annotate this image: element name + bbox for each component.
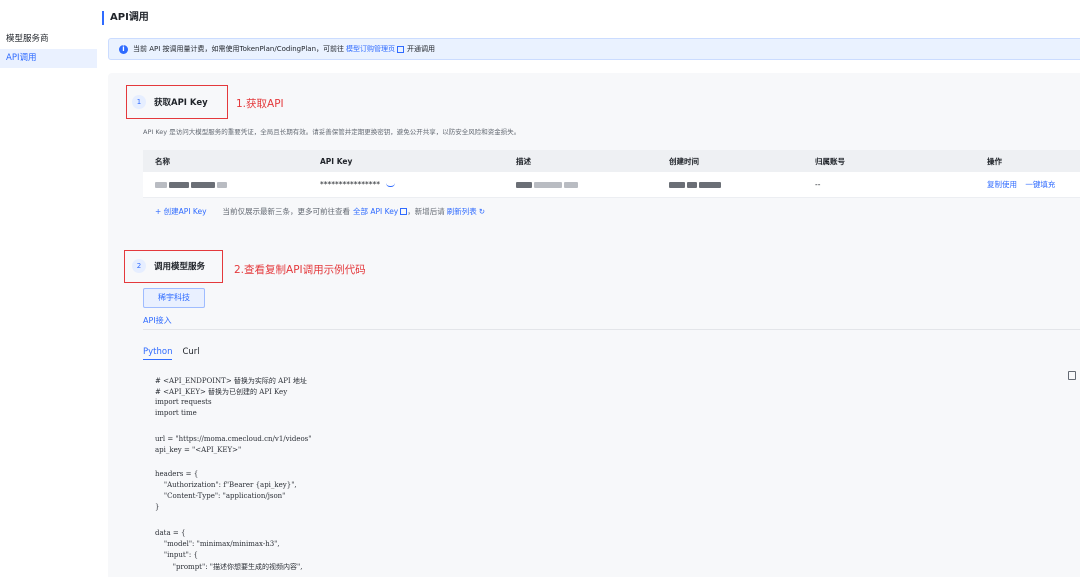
copy-use-link[interactable]: 复制使用 [987, 180, 1017, 189]
refresh-list-link[interactable]: 刷新列表 [447, 206, 477, 217]
sidebar-item-api-call[interactable]: API调用 [0, 49, 97, 68]
code-line: "input": { [155, 551, 198, 559]
code-line: # <API_ENDPOINT> 替换为实际的 API 地址 [155, 377, 307, 385]
external-link-icon [397, 45, 405, 53]
tab-api-access[interactable]: API接入 [143, 315, 172, 330]
step2-annotation: 2.查看复制API调用示例代码 [234, 264, 366, 276]
step2-number: 2 [132, 259, 146, 273]
cell-actions: 复制使用 一键填充 [975, 179, 1080, 190]
step1-number: 1 [132, 95, 146, 109]
sidebar: 模型服务商 API调用 [0, 30, 97, 68]
code-block: # <API_ENDPOINT> 替换为实际的 API 地址 # <API_KE… [143, 366, 1080, 577]
tab-python[interactable]: Python [143, 347, 173, 360]
info-icon: i [119, 44, 128, 54]
info-banner: i 当前 API 按调用量计费，如需使用TokenPlan/CodingPlan… [108, 38, 1080, 60]
step1-title: 获取API Key [154, 98, 208, 108]
masked-api-key: **************** [320, 180, 380, 189]
col-account: 归属账号 [815, 156, 845, 166]
code-line: "prompt": "描述你想要生成的视频内容", [155, 563, 303, 571]
create-hint: 当前仅展示最新三条，更多可前往查看 [222, 207, 351, 216]
table-row: **************** -- 复制使用 一键填充 [143, 172, 1080, 198]
code-line: url = "https://moma.cmecloud.cn/v1/video… [155, 435, 312, 443]
col-actions: 操作 [987, 156, 1002, 166]
page-title: API调用 [102, 11, 149, 25]
refresh-icon[interactable]: ↻ [479, 207, 485, 216]
code-line: import time [155, 409, 197, 417]
code-line: # <API_KEY> 替换为已创建的 API Key [155, 388, 288, 396]
tab-curl[interactable]: Curl [182, 347, 199, 360]
col-description: 描述 [516, 156, 531, 166]
create-row: + 创建API Key 当前仅展示最新三条，更多可前往查看 全部 API Key… [155, 206, 501, 217]
vendor-button[interactable]: 稀宇科技 [143, 288, 205, 308]
col-created: 创建时间 [669, 156, 699, 166]
sidebar-item-model-providers[interactable]: 模型服务商 [0, 30, 97, 49]
cell-account: -- [815, 180, 821, 189]
all-api-keys-link[interactable]: 全部 API Key [353, 206, 398, 217]
external-link-icon [400, 208, 408, 215]
copy-icon[interactable] [1068, 371, 1076, 380]
code-line: import requests [155, 398, 212, 406]
tabs-divider [143, 329, 1080, 330]
code-line: headers = { [155, 470, 199, 478]
api-key-table: 名称 API Key 描述 创建时间 归属账号 操作 *************… [143, 150, 1080, 198]
code-line: } [155, 503, 160, 511]
col-api-key: API Key [320, 156, 353, 166]
one-click-fill-link[interactable]: 一键填充 [1025, 180, 1055, 189]
create-hint-mid: ，新增后请 [407, 207, 445, 216]
code-line: "Content-Type": "application/json" [155, 492, 286, 500]
language-tabs: Python Curl [143, 347, 210, 360]
subscription-link[interactable]: 模型订购管理页 [346, 44, 395, 54]
eye-icon[interactable] [386, 183, 396, 187]
step1-annotation: 1.获取API [236, 98, 284, 110]
banner-text: 当前 API 按调用量计费，如需使用TokenPlan/CodingPlan，可… [133, 45, 345, 53]
cell-api-key: **************** [308, 180, 504, 189]
step2-header: 2 调用模型服务 [132, 259, 205, 273]
code-line: data = { [155, 529, 186, 537]
cell-description-redacted [504, 180, 657, 189]
code-line: api_key = "<API_KEY>" [155, 446, 242, 454]
step1-header: 1 获取API Key [132, 95, 208, 109]
cell-name-redacted [143, 180, 308, 189]
col-name: 名称 [155, 156, 170, 166]
code-line: "Authorization": f"Bearer {api_key}", [155, 481, 297, 489]
cell-created-redacted [657, 180, 803, 189]
create-api-key-button[interactable]: + 创建API Key [155, 206, 207, 217]
code-line: "model": "minimax/minimax-h3", [155, 540, 280, 548]
table-header: 名称 API Key 描述 创建时间 归属账号 操作 [143, 150, 1080, 172]
step2-title: 调用模型服务 [154, 262, 206, 272]
step1-description: API Key 是访问大模型服务的重要凭证，全局且长期有效。请妥善保管并定期更换… [143, 128, 521, 136]
banner-text-after: 开通调用 [407, 45, 436, 53]
